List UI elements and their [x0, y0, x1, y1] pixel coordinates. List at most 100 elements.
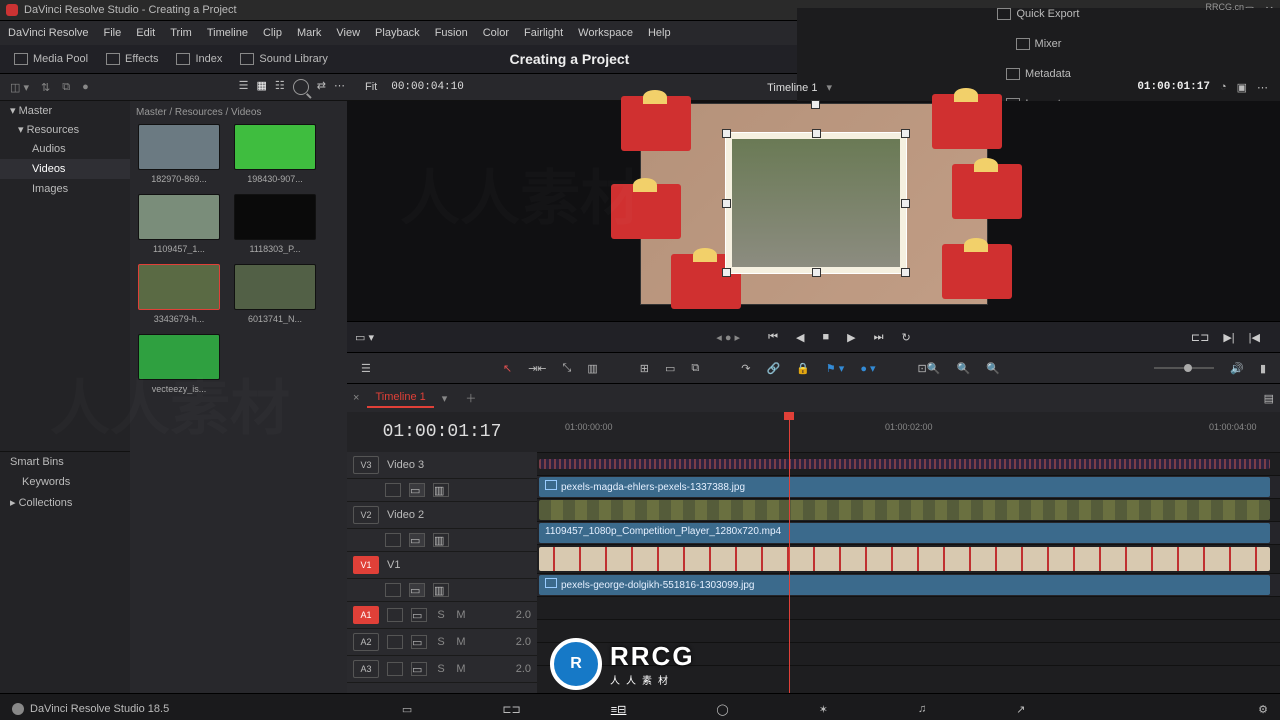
marker-icon[interactable]: ● ▾ [860, 362, 875, 375]
page-cut-icon[interactable]: ⊏⊐ [502, 703, 520, 716]
menu-workspace[interactable]: Workspace [578, 27, 633, 39]
track-head-a3[interactable]: A3▭SM2.0 [347, 656, 537, 683]
stop-icon[interactable]: ■ [822, 331, 829, 343]
zoom-detail-icon[interactable]: 🔍 [956, 362, 970, 375]
clip-v1-thumb[interactable] [539, 547, 1270, 571]
stacked-timeline-icon[interactable]: ▤ [1264, 392, 1274, 405]
bin-videos[interactable]: Videos [0, 159, 130, 179]
bin-images[interactable]: Images [0, 179, 130, 199]
zoom-slider[interactable] [1154, 367, 1214, 369]
viewer[interactable] [347, 101, 1280, 321]
single-viewer-icon[interactable]: ▣ [1237, 81, 1247, 94]
volume-icon[interactable]: 🔊 [1230, 362, 1244, 375]
next-edit-icon[interactable]: ▶| [1223, 331, 1234, 344]
timeline-view-icon[interactable]: ☰ [361, 362, 371, 375]
options-icon[interactable]: ⋯ [334, 79, 345, 95]
media-clip[interactable]: 1118303_P... [232, 194, 318, 254]
flag-icon[interactable]: ⚑ ▾ [826, 362, 844, 375]
smart-bin-collections[interactable]: ▸ Collections [0, 492, 130, 513]
trim-tool-icon[interactable]: ⇥⇤ [528, 362, 546, 375]
clip-v2[interactable]: 1109457_1080p_Competition_Player_1280x72… [539, 523, 1270, 543]
page-color-icon[interactable]: ✶ [819, 703, 828, 716]
menu-davinci-resolve[interactable]: DaVinci Resolve [8, 27, 89, 39]
bin-master[interactable]: ▾ Master [0, 101, 130, 120]
menu-help[interactable]: Help [648, 27, 671, 39]
overwrite-icon[interactable]: ▭ [665, 362, 675, 375]
menu-color[interactable]: Color [483, 27, 509, 39]
list-view-icon[interactable]: ☰ [239, 79, 249, 95]
chevron-down-icon[interactable]: ▾ [827, 82, 833, 94]
clip-v3[interactable]: pexels-magda-ehlers-pexels-1337388.jpg [539, 477, 1270, 497]
page-deliver-icon[interactable]: ↗ [1016, 703, 1025, 716]
viewer-canvas[interactable] [640, 103, 988, 305]
track-controls-v3[interactable]: ▭▥ [347, 479, 537, 502]
menu-fairlight[interactable]: Fairlight [524, 27, 563, 39]
canvas-top-handle[interactable] [811, 100, 820, 109]
go-start-icon[interactable]: ⏮ [768, 331, 778, 344]
zoom-fit[interactable]: Fit [365, 81, 377, 93]
mixer[interactable]: Mixer [1016, 38, 1062, 50]
prev-edit-icon[interactable]: |◀ [1249, 331, 1260, 344]
playhead[interactable] [789, 412, 790, 693]
add-tab-icon[interactable]: ＋ [465, 390, 476, 406]
track-head-v1[interactable]: V1V1 [347, 552, 537, 579]
loop-icon[interactable]: ↻ [902, 331, 911, 344]
track-controls-v2[interactable]: ▭▥ [347, 529, 537, 552]
effects[interactable]: Effects [106, 53, 158, 65]
lock-icon[interactable]: 🔒 [796, 362, 810, 375]
prev-keyframe-icon[interactable]: ◂ ● ▸ [716, 331, 740, 344]
media-clip[interactable]: vecteezy_is... [136, 334, 222, 394]
index[interactable]: Index [176, 53, 222, 65]
page-fusion-icon[interactable]: ◯ [716, 703, 728, 716]
media-clip[interactable]: 198430-907... [232, 124, 318, 184]
track-head-v3[interactable]: V3Video 3 [347, 452, 537, 479]
strip-view-icon[interactable]: ☷ [275, 79, 285, 95]
selection-tool-icon[interactable]: ↖ [503, 362, 512, 375]
tab-close-icon[interactable]: × [353, 392, 359, 404]
page-media-icon[interactable]: ▭ [402, 703, 412, 716]
replace-icon[interactable]: ⧉ [691, 362, 699, 375]
tab-timeline-1[interactable]: Timeline 1 [367, 388, 433, 408]
search-icon[interactable] [293, 79, 309, 95]
clone-icon[interactable]: ⧉ [62, 81, 70, 94]
step-back-icon[interactable]: ◀ [796, 331, 804, 344]
smart-bin-keywords[interactable]: Keywords [0, 472, 130, 492]
link-icon[interactable]: 🔗 [766, 362, 780, 375]
track-head-a1[interactable]: A1▭SM2.0 [347, 602, 537, 629]
media-clip[interactable]: 3343679-h... [136, 264, 222, 324]
zoom-out-icon[interactable]: 🔍 [986, 362, 1000, 375]
media-clip[interactable]: 1109457_1... [136, 194, 222, 254]
media-pool[interactable]: Media Pool [14, 53, 88, 65]
viewer-options-icon[interactable]: ⋯ [1257, 81, 1268, 94]
menu-mark[interactable]: Mark [297, 27, 321, 39]
go-end-icon[interactable]: ⏭ [874, 331, 884, 344]
timeline-ruler[interactable]: 01:00:00:00 01:00:02:00 01:00:04:00 [537, 412, 1280, 453]
menu-clip[interactable]: Clip [263, 27, 282, 39]
clip-v1[interactable]: pexels-george-dolgikh-551816-1303099.jpg [539, 575, 1270, 595]
bin-options-icon[interactable]: ◫ ▾ [10, 81, 29, 94]
page-fairlight-icon[interactable]: ♫ [918, 703, 926, 716]
sort-icon[interactable]: ⇅ [41, 81, 50, 94]
filter-icon[interactable]: ⇄ [317, 79, 326, 95]
meters-icon[interactable]: ▮ [1260, 362, 1266, 375]
clip-v2-thumb[interactable] [539, 500, 1270, 520]
menu-playback[interactable]: Playback [375, 27, 420, 39]
project-settings-icon[interactable]: ⚙ [1258, 703, 1268, 716]
track-head-v2[interactable]: V2Video 2 [347, 502, 537, 529]
menu-view[interactable]: View [336, 27, 360, 39]
metadata[interactable]: Metadata [1006, 68, 1071, 80]
retime-icon[interactable]: ↷ [741, 362, 750, 375]
insert-icon[interactable]: ⊞ [640, 362, 649, 375]
blade-tool-icon[interactable]: ▥ [587, 362, 597, 375]
bin-resources[interactable]: ▾ Resources [0, 120, 130, 139]
track-controls-v1[interactable]: ▭▥ [347, 579, 537, 602]
menu-trim[interactable]: Trim [170, 27, 192, 39]
menu-fusion[interactable]: Fusion [435, 27, 468, 39]
match-frame-icon[interactable]: ⊏⊐ [1191, 331, 1209, 344]
menu-timeline[interactable]: Timeline [207, 27, 248, 39]
quick-export[interactable]: Quick Export [997, 8, 1079, 20]
media-clip[interactable]: 182970-869... [136, 124, 222, 184]
play-icon[interactable]: ▶ [847, 331, 855, 344]
viewer-transform-box[interactable] [725, 132, 907, 274]
search-timeline-icon[interactable]: ⊡🔍 [918, 362, 941, 375]
